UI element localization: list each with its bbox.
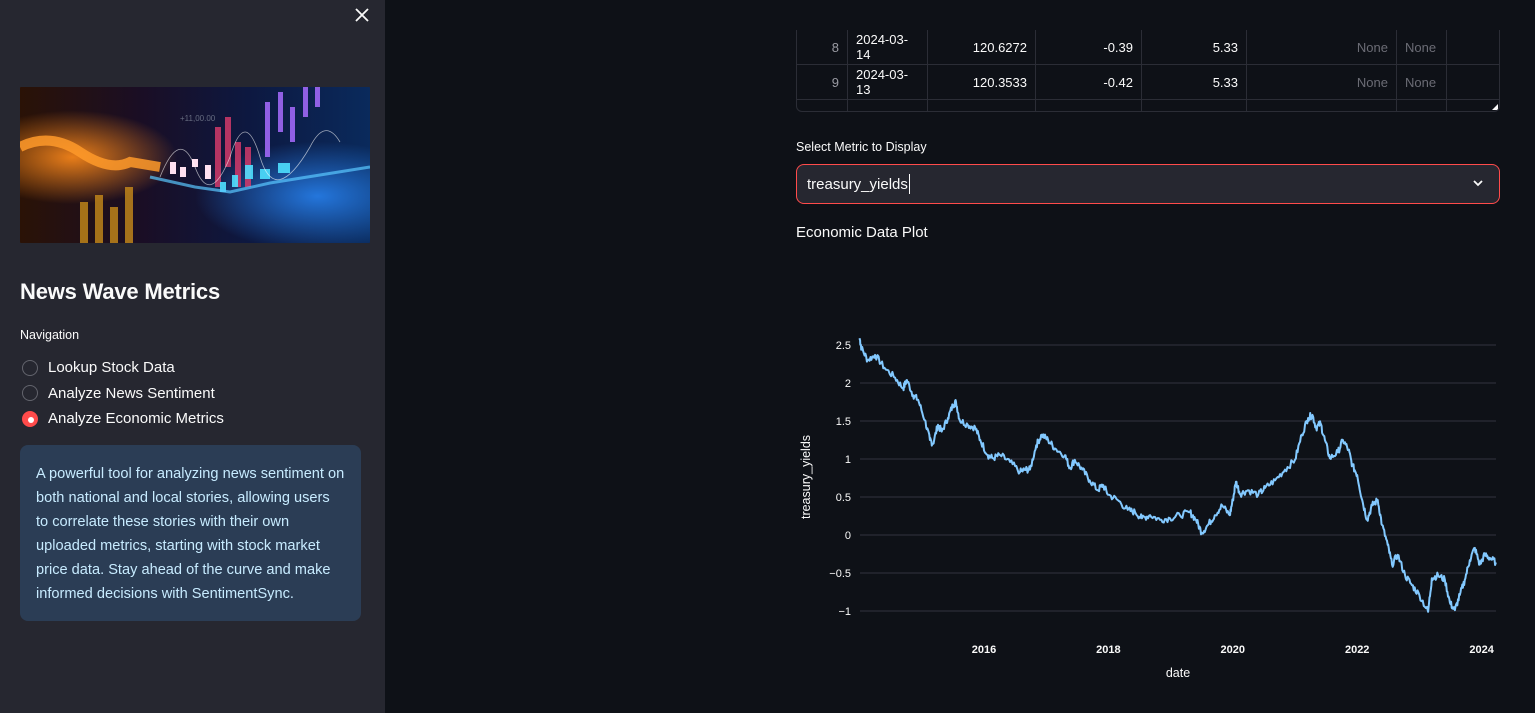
y-tick-label: 0	[845, 530, 851, 542]
data-table[interactable]: 8 2024-03-14 120.6272 -0.39 5.33 None No…	[796, 30, 1500, 112]
x-tick-label: 2020	[1221, 644, 1245, 656]
table-cell: None	[1397, 30, 1447, 64]
radio-button[interactable]	[22, 359, 38, 376]
y-tick-label: 2.5	[836, 340, 851, 352]
nav-option-analyze-economic-metrics[interactable]: Analyze Economic Metrics	[20, 406, 224, 432]
x-tick-label: 2022	[1345, 644, 1369, 656]
table-cell: -0.39	[1036, 30, 1142, 64]
table-cell: 120.6272	[928, 30, 1036, 64]
plot-title: Economic Data Plot	[796, 224, 928, 241]
text-cursor	[908, 174, 910, 194]
sidebar: +11,00.00 News Wave Metrics Navigation L…	[0, 0, 385, 713]
chevron-down-icon[interactable]	[1471, 176, 1485, 190]
treasury-yields-line	[858, 338, 1497, 613]
table-resize-handle[interactable]	[1492, 104, 1498, 110]
x-tick-labels: 2016 2018 2020 2022 2024	[972, 644, 1495, 656]
table-cell	[1036, 100, 1142, 111]
row-index: 9	[797, 65, 848, 99]
table-row: 9 2024-03-13 120.3533 -0.42 5.33 None No…	[797, 65, 1499, 100]
app-title: News Wave Metrics	[20, 279, 220, 304]
x-tick-label: 2024	[1469, 644, 1494, 656]
y-tick-label: −0.5	[829, 568, 851, 580]
table-cell: None	[1247, 65, 1397, 99]
nav-option-label: Analyze News Sentiment	[48, 384, 215, 402]
row-index: 8	[797, 30, 848, 64]
metric-select[interactable]: treasury_yields	[796, 164, 1500, 204]
y-axis-label: treasury_yields	[799, 435, 813, 519]
table-cell: None	[1247, 30, 1397, 64]
table-cell: 120.3533	[928, 65, 1036, 99]
x-axis-label: date	[1166, 666, 1190, 680]
date-cell: 2024-03-13	[848, 65, 928, 99]
table-cell	[1447, 30, 1499, 64]
svg-text:+11,00.00: +11,00.00	[180, 114, 216, 123]
table-row-partial	[797, 100, 1499, 111]
table-cell	[1247, 100, 1397, 111]
nav-option-lookup-stock-data[interactable]: Lookup Stock Data	[20, 355, 224, 381]
nav-option-analyze-news-sentiment[interactable]: Analyze News Sentiment	[20, 381, 224, 407]
financial-chart-image: +11,00.00	[20, 87, 370, 243]
table-cell: -0.42	[1036, 65, 1142, 99]
nav-option-label: Lookup Stock Data	[48, 359, 175, 377]
nav-option-label: Analyze Economic Metrics	[48, 410, 224, 428]
x-tick-label: 2016	[972, 644, 996, 656]
y-tick-label: 2	[845, 378, 851, 390]
y-tick-labels: 2.5 2 1.5 1 0.5 0 −0.5 −1	[829, 340, 851, 618]
app-description-info-box: A powerful tool for analyzing news senti…	[20, 445, 361, 621]
table-row: 8 2024-03-14 120.6272 -0.39 5.33 None No…	[797, 30, 1499, 65]
close-icon	[355, 8, 369, 22]
table-cell	[848, 100, 928, 111]
table-cell	[1142, 100, 1247, 111]
date-cell: 2024-03-14	[848, 30, 928, 64]
table-cell: 5.33	[1142, 65, 1247, 99]
table-cell: None	[1397, 65, 1447, 99]
table-cell: 5.33	[1142, 30, 1247, 64]
radio-button[interactable]	[22, 385, 38, 402]
navigation-label: Navigation	[20, 328, 80, 342]
y-tick-label: 1.5	[836, 416, 851, 428]
metric-select-label: Select Metric to Display	[796, 140, 927, 154]
navigation-radio-group: Lookup Stock Data Analyze News Sentiment…	[20, 355, 224, 432]
grid-lines	[860, 344, 1496, 612]
table-cell	[1447, 65, 1499, 99]
app-description-text: A powerful tool for analyzing news senti…	[36, 466, 345, 602]
radio-button-selected[interactable]	[22, 410, 38, 427]
close-sidebar-button[interactable]	[352, 5, 372, 25]
table-cell	[797, 100, 848, 111]
x-tick-label: 2018	[1096, 644, 1120, 656]
y-tick-label: 1	[845, 454, 851, 466]
y-tick-label: −1	[838, 606, 851, 618]
metric-select-value[interactable]: treasury_yields	[807, 176, 908, 193]
y-tick-label: 0.5	[836, 492, 851, 504]
table-cell	[1397, 100, 1447, 111]
main-content: 8 2024-03-14 120.6272 -0.39 5.33 None No…	[385, 0, 1535, 713]
table-cell	[928, 100, 1036, 111]
